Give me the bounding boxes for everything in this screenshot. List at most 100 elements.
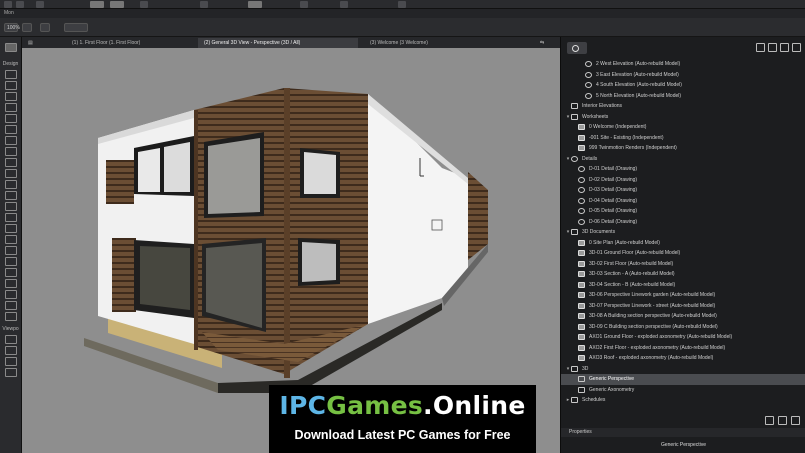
curtain-wall-tool-icon[interactable] — [4, 180, 17, 189]
navigator-item[interactable]: 3D-01 Ground Floor (Auto-rebuild Model) — [561, 248, 805, 259]
navigator-item[interactable]: 3D-07 Perspective Linework - street (Aut… — [561, 301, 805, 312]
roof-tool-icon[interactable] — [4, 114, 17, 123]
publisher-icon[interactable] — [792, 43, 801, 52]
navigator-item-label: 3D-09 C Building section perspective (Au… — [589, 323, 718, 330]
navigator-item[interactable]: 3D-03 Section - A (Auto-rebuild Model) — [561, 269, 805, 280]
worksheet-tool-icon[interactable] — [4, 368, 17, 377]
dimension-tool-icon[interactable] — [4, 290, 17, 299]
navigator-item[interactable]: ▾ Details — [561, 154, 805, 165]
navigator-item[interactable]: D-02 Detail (Drawing) — [561, 175, 805, 186]
menu-label[interactable]: Mon — [4, 10, 14, 16]
tab-options-icon[interactable]: ⇆ — [534, 38, 556, 48]
navigator-item[interactable]: 999 Twinmotion Renders (Independent) — [561, 143, 805, 154]
zoom-field[interactable]: 100% — [4, 23, 20, 32]
toolbar-button[interactable] — [398, 1, 406, 8]
slab-tool-icon[interactable] — [4, 103, 17, 112]
option-button[interactable] — [40, 23, 50, 32]
navigator-item[interactable]: D-04 Detail (Drawing) — [561, 196, 805, 207]
option-dropdown[interactable] — [64, 23, 88, 32]
toolbar-button[interactable] — [36, 1, 44, 8]
toolbar-button[interactable] — [340, 1, 348, 8]
lamp-tool-icon[interactable] — [4, 224, 17, 233]
column-tool-icon[interactable] — [4, 81, 17, 90]
navigator-item[interactable]: 4 South Elevation (Auto-rebuild Model) — [561, 80, 805, 91]
watermark-title-ipc: IPC — [279, 391, 327, 420]
properties-header[interactable]: Properties — [561, 428, 805, 437]
wall-end-tool-icon[interactable] — [4, 279, 17, 288]
navigator-item[interactable]: Generic Axonometry — [561, 385, 805, 396]
tab-menu-icon[interactable]: ▤ — [22, 38, 38, 48]
top-toolbar — [0, 0, 805, 9]
mesh-tool-icon[interactable] — [4, 147, 17, 156]
folder-icon[interactable] — [768, 43, 777, 52]
object-tool-icon[interactable] — [4, 213, 17, 222]
morph-tool-icon[interactable] — [4, 136, 17, 145]
navigator-item[interactable]: D-06 Detail (Drawing) — [561, 217, 805, 228]
navigator-item[interactable]: ▾ 3D Documents — [561, 227, 805, 238]
navigator-item[interactable]: 3D-08 A Building section perspective (Au… — [561, 311, 805, 322]
shell-tool-icon[interactable] — [4, 125, 17, 134]
new-folder-icon[interactable] — [778, 415, 787, 425]
option-button[interactable] — [22, 23, 32, 32]
navigator-item[interactable]: 3D-02 First Floor (Auto-rebuild Model) — [561, 259, 805, 270]
toolbox-viewpoint-label: Viewpo — [2, 326, 19, 332]
navigator-item[interactable]: 3D-06 Perspective Linework garden (Auto-… — [561, 290, 805, 301]
navigator-item[interactable]: 2 West Elevation (Auto-rebuild Model) — [561, 59, 805, 70]
zone-tool-icon[interactable] — [4, 235, 17, 244]
navigator-item[interactable]: 0 Site Plan (Auto-rebuild Model) — [561, 238, 805, 249]
navigator-item[interactable]: -001 Site - Existing (Independent) — [561, 133, 805, 144]
toolbar-button[interactable] — [110, 1, 124, 8]
navigator-item[interactable]: 3D-04 Section - B (Auto-rebuild Model) — [561, 280, 805, 291]
detail-icon — [578, 166, 585, 173]
layout-book-icon[interactable] — [780, 43, 789, 52]
navigator-item[interactable]: 3D-09 C Building section perspective (Au… — [561, 322, 805, 333]
toolbar-button[interactable] — [248, 1, 262, 8]
elevation-tool-icon[interactable] — [4, 346, 17, 355]
navigator-item[interactable]: 3 East Elevation (Auto-rebuild Model) — [561, 70, 805, 81]
navigator-item[interactable]: 5 North Elevation (Auto-rebuild Model) — [561, 91, 805, 102]
beam-tool-icon[interactable] — [4, 92, 17, 101]
skylight-tool-icon[interactable] — [4, 246, 17, 255]
navigator-search-icon[interactable] — [567, 42, 587, 54]
tab-first-floor[interactable]: (1) 1. First Floor (1. First Floor) — [66, 38, 192, 48]
navigator-item[interactable]: D-01 Detail (Drawing) — [561, 164, 805, 175]
navigator-item[interactable]: Generic Perspective — [561, 374, 805, 385]
navigator-item[interactable]: ▸ Schedules — [561, 395, 805, 406]
railing-tool-icon[interactable] — [4, 202, 17, 211]
label-tool-icon[interactable] — [4, 312, 17, 321]
navigator-item[interactable]: AXO3 Roof - exploded axonometry (Auto-re… — [561, 353, 805, 364]
doc3d-icon — [578, 250, 585, 257]
selection-tool-icon[interactable] — [4, 43, 17, 52]
navigator-item-label: -001 Site - Existing (Independent) — [589, 134, 664, 141]
toolbar-button[interactable] — [90, 1, 104, 8]
navigator-item[interactable]: AXO1 Ground Floor - exploded axonometry … — [561, 332, 805, 343]
tab-welcome[interactable]: (3) Welcome (3 Welcome) — [364, 38, 474, 48]
wall-tool-icon[interactable] — [4, 70, 17, 79]
save-view-icon[interactable] — [765, 415, 774, 425]
window-tool-icon[interactable] — [4, 169, 17, 178]
door-tool-icon[interactable] — [4, 158, 17, 167]
toolbar-button[interactable] — [16, 1, 24, 8]
navigator-item[interactable]: Interior Elevations — [561, 101, 805, 112]
navigator-item[interactable]: AXO2 First Floor - exploded axonometry (… — [561, 343, 805, 354]
corner-window-tool-icon[interactable] — [4, 268, 17, 277]
toolbar-button[interactable] — [4, 1, 12, 8]
toolbar-button[interactable] — [140, 1, 148, 8]
navigator-item[interactable]: 0 Welcome (Independent) — [561, 122, 805, 133]
opening-tool-icon[interactable] — [4, 257, 17, 266]
view-map-icon[interactable] — [756, 43, 765, 52]
navigator-item[interactable]: ▾ 3D — [561, 364, 805, 375]
toolbar-button[interactable] — [300, 1, 308, 8]
stair-tool-icon[interactable] — [4, 191, 17, 200]
navigator-item[interactable]: ▾ Worksheets — [561, 112, 805, 123]
tab-3d-view[interactable]: (2) General 3D View - Perspective (3D / … — [198, 38, 358, 48]
navigator-item[interactable]: D-05 Detail (Drawing) — [561, 206, 805, 217]
navigator-item-label: 2 West Elevation (Auto-rebuild Model) — [596, 61, 681, 67]
text-tool-icon[interactable] — [4, 301, 17, 310]
toolbar-button[interactable] — [200, 1, 208, 8]
delete-icon[interactable] — [791, 415, 800, 425]
navigator-item[interactable]: D-03 Detail (Drawing) — [561, 185, 805, 196]
section-tool-icon[interactable] — [4, 335, 17, 344]
detail-tool-icon[interactable] — [4, 357, 17, 366]
navigator-item-label: 0 Site Plan (Auto-rebuild Model) — [589, 239, 660, 246]
